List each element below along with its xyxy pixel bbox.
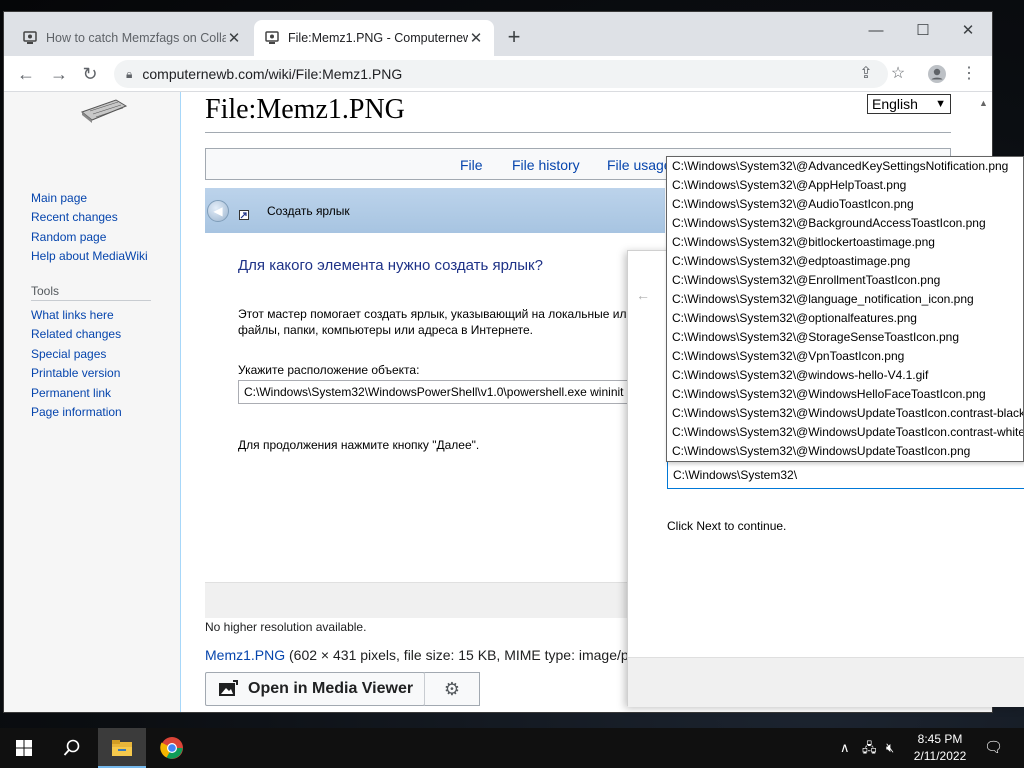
tab-strip: How to catch Memzfags on Colla ✕ File:Me… (4, 12, 992, 56)
sidebar-tools-heading: Tools (31, 284, 60, 298)
network-icon[interactable]: 🖧︎ (862, 728, 877, 768)
autocomplete-item[interactable]: C:\Windows\System32\@edptoastimage.png (667, 252, 1023, 271)
computernewb-favicon-icon (265, 31, 279, 44)
autocomplete-item[interactable]: C:\Windows\System32\@WindowsUpdateToastI… (667, 404, 1023, 423)
autocomplete-item[interactable]: C:\Windows\System32\@windows-hello-V4.1.… (667, 366, 1023, 385)
wizard-title: Создать ярлык (267, 203, 350, 218)
file-metadata: (602 × 431 pixels, file size: 15 KB, MIM… (285, 647, 629, 663)
wizard-question: Для какого элемента нужно создать ярлык? (238, 257, 543, 274)
sidebar-item-permanent-link[interactable]: Permanent link (31, 386, 111, 400)
wizard-back-arrow-icon[interactable]: ◀ (207, 199, 229, 222)
chevron-up-icon[interactable]: ∧ (840, 728, 850, 768)
open-media-viewer-button[interactable]: Open in Media Viewer (205, 672, 425, 706)
clock-date: 2/11/2022 (913, 749, 967, 763)
sidebar-item-main-page[interactable]: Main page (31, 191, 87, 205)
chevron-down-icon: ▼ (935, 98, 946, 110)
chrome-icon[interactable] (148, 728, 196, 768)
tab-close-icon[interactable]: ✕ (468, 29, 484, 47)
clock-time: 8:45 PM (917, 732, 963, 746)
url-text: computernewb.com/wiki/File:Memz1.PNG (142, 66, 403, 82)
file-info-line: Memz1.PNG (602 × 431 pixels, file size: … (205, 647, 629, 663)
maximize-button[interactable]: ☐ (901, 16, 945, 46)
autocomplete-item[interactable]: C:\Windows\System32\@WindowsHelloFaceToa… (667, 385, 1023, 404)
taskbar: ∧ 🖧︎ 🔇︎ 8:45 PM 2/11/2022 🗨︎ (0, 728, 1024, 768)
autocomplete-item[interactable]: C:\Windows\System32\@VpnToastIcon.png (667, 347, 1023, 366)
sidebar-item-random-page[interactable]: Random page (31, 230, 106, 244)
new-tab-button[interactable]: + (502, 26, 526, 50)
computernewb-favicon-icon (23, 31, 37, 44)
profile-avatar-icon[interactable] (925, 62, 949, 86)
language-select-value: English (872, 96, 918, 112)
browser-toolbar: ← → ↻ 🔒︎ computernewb.com/wiki/File:Memz… (4, 56, 992, 92)
wizard-header: ◀ Создать ярлык (205, 188, 665, 233)
lock-icon: 🔒︎ (126, 66, 133, 81)
back-arrow-icon[interactable]: ← (13, 61, 39, 87)
file-download-link[interactable]: Memz1.PNG (205, 647, 285, 663)
language-select[interactable]: English ▼ (867, 94, 951, 114)
file-toc-usage[interactable]: File usage (607, 157, 672, 173)
autocomplete-item[interactable]: C:\Windows\System32\@AdvancedKeySettings… (667, 157, 1023, 176)
file-toc-history[interactable]: File history (512, 157, 580, 173)
autocomplete-item[interactable]: C:\Windows\System32\@EnrollmentToastIcon… (667, 271, 1023, 290)
wiki-sidebar: Main page Recent changes Random page Hel… (4, 92, 180, 712)
wizard-back-arrow-icon[interactable]: ← (636, 287, 650, 303)
continue-instruction-en: Click Next to continue. (667, 519, 787, 533)
tab-memzfags[interactable]: How to catch Memzfags on Colla ✕ (12, 20, 252, 56)
sidebar-item-page-information[interactable]: Page information (31, 405, 122, 419)
sidebar-divider (31, 300, 151, 301)
continue-instruction-ru: Для продолжения нажмите кнопку "Далее". (238, 438, 480, 452)
media-viewer-settings-gear-icon[interactable]: ⚙ (424, 672, 480, 706)
wizard-description: Этот мастер помогает создать ярлык, указ… (238, 307, 634, 337)
close-window-button[interactable]: ✕ (946, 16, 990, 46)
tab-title: How to catch Memzfags on Colla (46, 31, 226, 45)
location-input-en[interactable]: C:\Windows\System32\ (667, 461, 1024, 489)
tab-memz1-png[interactable]: File:Memz1.PNG - Computernew ✕ (254, 20, 494, 56)
image-preview-area (205, 582, 645, 618)
location-input-ru[interactable]: C:\Windows\System32\WindowsPowerShell\v1… (238, 380, 668, 404)
file-toc-file[interactable]: File (460, 157, 483, 173)
wiki-logo-icon[interactable] (76, 96, 132, 126)
sidebar-item-printable-version[interactable]: Printable version (31, 366, 120, 380)
page-title: File:Memz1.PNG (205, 94, 951, 133)
location-label: Укажите расположение объекта: (238, 363, 420, 377)
scroll-up-arrow-icon[interactable]: ▲ (979, 98, 988, 108)
address-bar[interactable]: 🔒︎ computernewb.com/wiki/File:Memz1.PNG (114, 60, 888, 88)
sidebar-item-related-changes[interactable]: Related changes (31, 327, 121, 341)
no-higher-resolution-text: No higher resolution available. (205, 620, 367, 634)
media-viewer-label: Open in Media Viewer (248, 680, 414, 697)
reload-icon[interactable]: ↻ (77, 61, 103, 87)
search-icon[interactable] (48, 728, 96, 768)
autocomplete-item[interactable]: C:\Windows\System32\@BackgroundAccessToa… (667, 214, 1023, 233)
sidebar-item-recent-changes[interactable]: Recent changes (31, 210, 118, 224)
autocomplete-item[interactable]: C:\Windows\System32\@optionalfeatures.pn… (667, 309, 1023, 328)
sidebar-item-help[interactable]: Help about MediaWiki (31, 249, 148, 263)
wizard-footer (628, 657, 1024, 707)
forward-arrow-icon[interactable]: → (46, 61, 72, 87)
menu-kebab-icon[interactable]: ⋮ (957, 62, 981, 86)
share-icon[interactable]: ⇪ (854, 62, 878, 86)
file-explorer-icon[interactable] (98, 728, 146, 768)
autocomplete-item[interactable]: C:\Windows\System32\@bitlockertoastimage… (667, 233, 1023, 252)
start-windows-icon[interactable] (0, 728, 48, 768)
autocomplete-item[interactable]: C:\Windows\System32\@WindowsUpdateToastI… (667, 423, 1023, 442)
create-shortcut-wizard-ru: ◀ Создать ярлык Для какого элемента нужн… (205, 188, 668, 580)
tab-title: File:Memz1.PNG - Computernew (288, 31, 468, 45)
autocomplete-item[interactable]: C:\Windows\System32\@StorageSenseToastIc… (667, 328, 1023, 347)
image-icon (219, 680, 238, 696)
sidebar-item-what-links-here[interactable]: What links here (31, 308, 114, 322)
minimize-button[interactable]: — (854, 16, 898, 46)
autocomplete-item[interactable]: C:\Windows\System32\@AppHelpToast.png (667, 176, 1023, 195)
tab-close-icon[interactable]: ✕ (226, 29, 242, 47)
autocomplete-item[interactable]: C:\Windows\System32\@WindowsUpdateToastI… (667, 442, 1023, 461)
shortcut-icon (239, 209, 249, 220)
bookmark-star-icon[interactable]: ☆ (886, 62, 910, 86)
autocomplete-item[interactable]: C:\Windows\System32\@AudioToastIcon.png (667, 195, 1023, 214)
sidebar-item-special-pages[interactable]: Special pages (31, 347, 106, 361)
path-autocomplete-dropdown: C:\Windows\System32\@AdvancedKeySettings… (666, 156, 1024, 462)
autocomplete-item[interactable]: C:\Windows\System32\@language_notificati… (667, 290, 1023, 309)
volume-muted-icon[interactable]: 🔇︎ (886, 728, 894, 768)
system-clock[interactable]: 8:45 PM 2/11/2022 (908, 731, 972, 765)
notification-center-icon[interactable]: 🗨︎ (984, 728, 1003, 768)
